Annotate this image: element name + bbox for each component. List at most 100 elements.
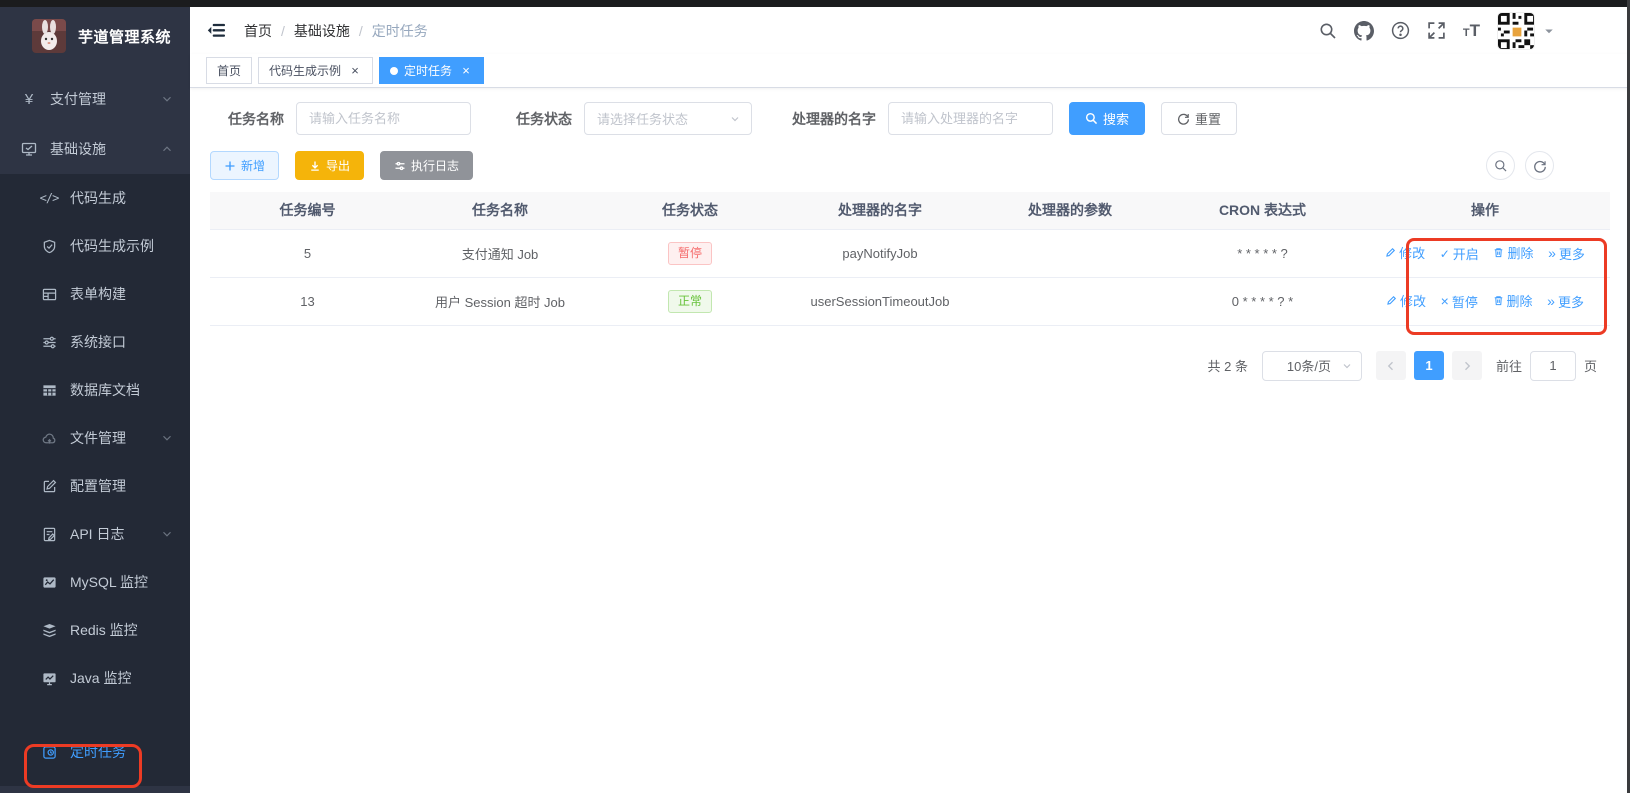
double-chevron-icon — [1548, 245, 1556, 261]
close-icon[interactable] — [348, 63, 362, 78]
sidebar-item-label: 定时任务 — [70, 742, 126, 762]
jobs-table: 任务编号 任务名称 任务状态 处理器的名字 处理器的参数 CRON 表达式 操作… — [210, 192, 1610, 326]
cell-task-status: 暂停 — [595, 229, 785, 277]
task-name-label: 任务名称 — [228, 109, 284, 129]
logo[interactable]: 芋道管理系统 — [0, 0, 190, 62]
cell-handler-param — [975, 229, 1165, 277]
more-link[interactable]: 更多 — [1548, 244, 1585, 263]
edit-link-label: 修改 — [1399, 243, 1425, 262]
reset-button[interactable]: 重置 — [1161, 102, 1237, 135]
app-title: 芋道管理系统 — [78, 26, 171, 47]
table-toolbar: 新增 导出 执行日志 — [210, 151, 1610, 180]
sidebar-submenu-infrastructure: </> 代码生成 代码生成示例 表单构建 — [0, 174, 190, 786]
page-size-select[interactable]: 10条/页 — [1262, 351, 1362, 381]
sidebar-item-database-doc[interactable]: 数据库文档 — [0, 366, 190, 414]
sidebar-item-label: 数据库文档 — [70, 380, 140, 400]
app-root: 芋道管理系统 ¥ 支付管理 基础设施 </> 代码生成 — [0, 0, 1630, 793]
table-row: 13 用户 Session 超时 Job 正常 userSessionTimeo… — [210, 277, 1610, 325]
shield-check-icon — [40, 239, 58, 254]
search-button[interactable]: 搜索 — [1069, 102, 1145, 135]
pause-link[interactable]: 暂停 — [1441, 292, 1478, 311]
sidebar-item-code-generation[interactable]: </> 代码生成 — [0, 174, 190, 222]
edit-link[interactable]: 修改 — [1386, 291, 1426, 310]
tab-code-generation-demo[interactable]: 代码生成示例 — [258, 57, 373, 84]
trash-icon — [1493, 295, 1504, 306]
caret-down-icon — [1543, 25, 1555, 37]
fullscreen-icon[interactable] — [1427, 21, 1446, 40]
sidebar-item-config-management[interactable]: 配置管理 — [0, 462, 190, 510]
breadcrumb-home[interactable]: 首页 — [244, 21, 272, 41]
task-name-input[interactable] — [296, 102, 471, 135]
show-search-toggle-button[interactable] — [1486, 151, 1515, 180]
status-badge: 暂停 — [668, 242, 712, 265]
cloud-icon — [40, 431, 58, 446]
cell-handler-name: userSessionTimeoutJob — [785, 277, 975, 325]
table-header-row: 任务编号 任务名称 任务状态 处理器的名字 处理器的参数 CRON 表达式 操作 — [210, 192, 1610, 229]
delete-link[interactable]: 删除 — [1493, 243, 1533, 262]
column-header-task-id: 任务编号 — [210, 192, 405, 229]
sidebar-item-api-log[interactable]: API 日志 — [0, 510, 190, 558]
trash-icon — [1493, 247, 1504, 258]
cell-task-id: 5 — [210, 229, 405, 277]
handler-name-input[interactable] — [888, 102, 1053, 135]
goto-page-input[interactable] — [1530, 351, 1576, 381]
github-icon[interactable] — [1354, 21, 1374, 41]
edit-icon — [1385, 247, 1396, 258]
yen-icon: ¥ — [20, 91, 38, 108]
sidebar-item-scheduled-tasks[interactable]: 定时任务 — [0, 728, 190, 776]
sidebar-item-code-generation-demo[interactable]: 代码生成示例 — [0, 222, 190, 270]
navbar-actions: TT — [1319, 12, 1555, 50]
font-size-icon[interactable]: TT — [1463, 22, 1480, 39]
sidebar-item-file-management[interactable]: 文件管理 — [0, 414, 190, 462]
download-icon — [309, 160, 321, 172]
chevron-left-icon — [1385, 360, 1397, 372]
export-button[interactable]: 导出 — [295, 151, 364, 180]
sidebar-item-redis-monitor[interactable]: Redis 监控 — [0, 606, 190, 654]
sidebar-item-payment[interactable]: ¥ 支付管理 — [0, 74, 190, 124]
tab-scheduled-tasks[interactable]: 定时任务 — [379, 57, 484, 84]
sidebar-collapse-icon[interactable] — [207, 22, 226, 39]
export-button-label: 导出 — [326, 157, 350, 174]
sidebar-item-label: 表单构建 — [70, 284, 126, 304]
breadcrumb-infrastructure[interactable]: 基础设施 — [294, 21, 350, 41]
column-header-handler-param: 处理器的参数 — [975, 192, 1165, 229]
sidebar-item-infrastructure[interactable]: 基础设施 — [0, 124, 190, 174]
sidebar-item-system-api[interactable]: 系统接口 — [0, 318, 190, 366]
sidebar-item-java-monitor[interactable]: Java 监控 — [0, 654, 190, 702]
cell-handler-param — [975, 277, 1165, 325]
close-icon[interactable] — [459, 63, 473, 78]
total-count: 共 2 条 — [1208, 356, 1248, 375]
enable-link[interactable]: 开启 — [1440, 244, 1479, 263]
edit-link[interactable]: 修改 — [1385, 243, 1425, 262]
sidebar-item-label: 文件管理 — [70, 428, 126, 448]
search-icon[interactable] — [1319, 22, 1337, 40]
sidebar-item-mysql-monitor[interactable]: MySQL 监控 — [0, 558, 190, 606]
tab-label: 代码生成示例 — [269, 62, 341, 79]
avatar — [1497, 12, 1535, 50]
cross-icon — [1441, 294, 1449, 309]
sidebar-item-form-builder[interactable]: 表单构建 — [0, 270, 190, 318]
tab-home[interactable]: 首页 — [206, 57, 252, 84]
prev-page-button[interactable] — [1376, 351, 1406, 380]
redis-monitor-icon — [40, 623, 58, 638]
execution-log-button[interactable]: 执行日志 — [380, 151, 473, 180]
delete-link[interactable]: 删除 — [1493, 291, 1533, 310]
execution-log-button-label: 执行日志 — [411, 157, 459, 174]
task-status-select[interactable]: 请选择任务状态 — [584, 102, 752, 135]
chevron-down-icon — [160, 431, 174, 445]
reset-button-label: 重置 — [1195, 109, 1221, 128]
refresh-icon — [1177, 112, 1190, 125]
refresh-table-button[interactable] — [1525, 151, 1554, 180]
top-navbar: 首页 / 基础设施 / 定时任务 TT — [190, 0, 1630, 54]
page-unit-label: 页 — [1584, 356, 1597, 375]
help-icon[interactable] — [1391, 21, 1410, 40]
column-header-actions: 操作 — [1360, 192, 1610, 229]
handler-name-label: 处理器的名字 — [792, 109, 876, 129]
page-number-button[interactable]: 1 — [1414, 351, 1444, 380]
add-button[interactable]: 新增 — [210, 151, 279, 180]
sidebar-item-label: 基础设施 — [50, 139, 160, 159]
more-link[interactable]: 更多 — [1547, 292, 1584, 311]
next-page-button[interactable] — [1452, 351, 1482, 380]
user-menu[interactable] — [1497, 12, 1555, 50]
more-link-label: 更多 — [1558, 292, 1584, 311]
